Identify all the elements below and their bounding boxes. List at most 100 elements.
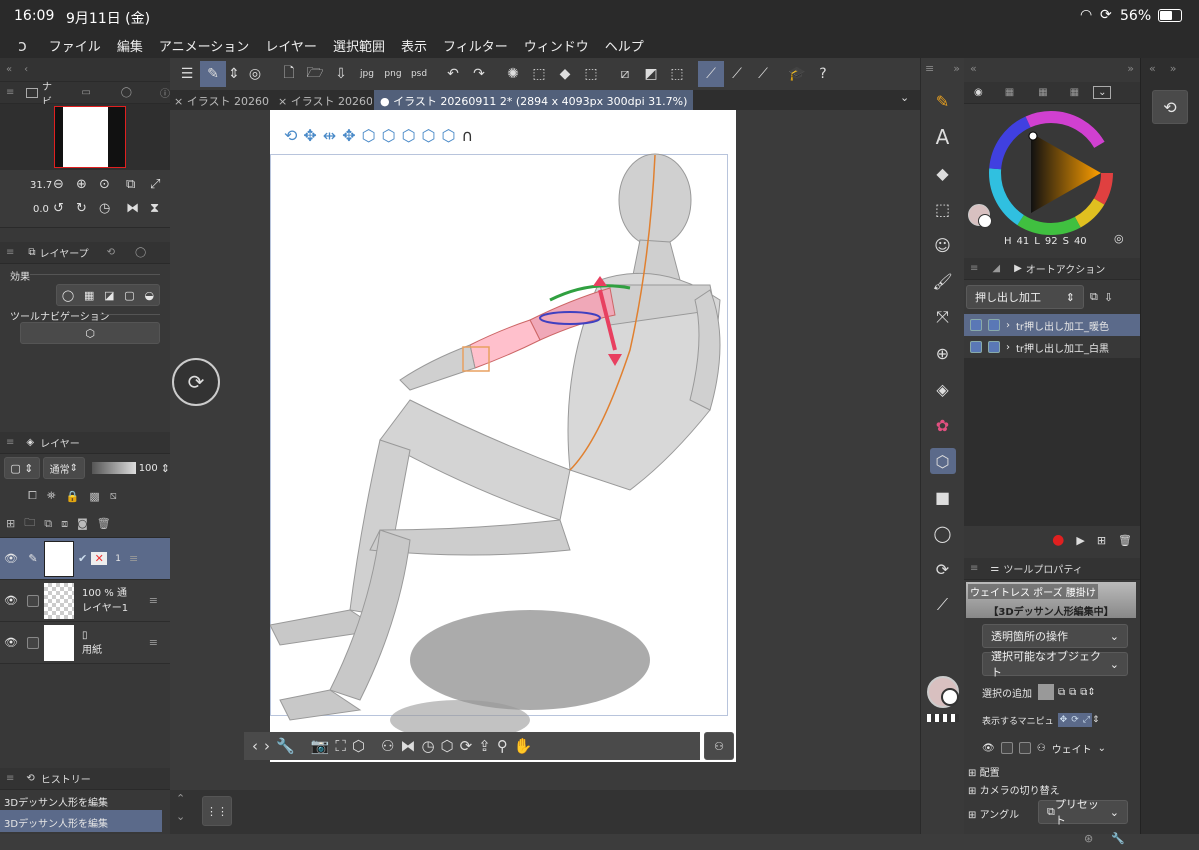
stepper-icon[interactable]: ⇕ — [1092, 715, 1100, 725]
ruler-snap-icon[interactable]: ⟋ — [698, 61, 724, 87]
history-item-current[interactable]: 3Dデッサン人形を編集 — [0, 810, 162, 832]
eye-icon[interactable]: 👁 — [0, 552, 22, 565]
auto-action-item[interactable]: › tr押し出し加工_暖色 — [964, 314, 1140, 336]
rotate-canvas-icon[interactable]: ⟳ — [172, 358, 220, 406]
app-logo-icon[interactable]: ↄ — [18, 36, 27, 55]
collapse-right-icon[interactable]: » — [1170, 62, 1177, 78]
sub-color-swatch[interactable] — [941, 688, 959, 706]
flip-vertical-icon[interactable]: ⧗ — [150, 201, 159, 216]
pen-icon[interactable]: ✎ — [22, 552, 44, 565]
scale-manip-icon[interactable]: ⤢ — [1080, 713, 1092, 727]
delete-layer-icon[interactable]: 🗑 — [97, 517, 111, 530]
rotate-left-icon[interactable]: ↺ — [53, 201, 64, 216]
layers-tab[interactable]: レイヤー — [40, 435, 80, 450]
rotate-joint-icon[interactable]: ⟳ — [460, 737, 473, 755]
flip-pose-icon[interactable]: ⧓ — [400, 737, 415, 755]
export-psd-icon[interactable]: psd — [406, 61, 432, 87]
auto-action-item[interactable]: › tr押し出し加工_白黒 — [964, 336, 1140, 358]
drag-handle-icon[interactable]: ≡ — [6, 247, 14, 258]
operation-tool-icon[interactable]: ⬡ — [929, 448, 956, 474]
brush-tool-icon[interactable]: 🖌 — [930, 268, 956, 294]
reference-icon[interactable]: ⛯ — [47, 489, 56, 503]
mask-icon[interactable]: ▢ — [124, 289, 134, 302]
open-icon[interactable]: 🗁 — [302, 61, 328, 87]
canvas-paper[interactable]: ⟲ ✥ ⇹ ✥ ⬡ ⬡ ⬡ ⬡ ⬡ ∩ — [270, 110, 736, 762]
timeline-icon[interactable]: ⋮⋮ — [202, 796, 232, 826]
layer-row-paper[interactable]: 👁 ▯ 用紙 ≡ — [0, 622, 170, 664]
navigator-viewport-frame[interactable] — [54, 106, 126, 168]
drag-handle-icon[interactable]: ≡ — [6, 773, 14, 784]
export-png-icon[interactable]: png — [380, 61, 406, 87]
tone-effect-icon[interactable]: ▦ — [84, 289, 94, 302]
menu-file[interactable]: ファイル — [49, 36, 101, 55]
color-wheel[interactable] — [986, 108, 1116, 238]
chevron-left-icon[interactable]: ‹ — [24, 64, 28, 75]
stepper-icon[interactable]: ⇕ — [1087, 687, 1095, 698]
document-tab-active[interactable]: ● イラスト 20260911 2* (2894 x 4093px 300dpi… — [374, 90, 694, 110]
spiral-icon[interactable]: ◎ — [242, 61, 268, 87]
object-checkbox[interactable] — [1018, 742, 1031, 754]
selection-icon[interactable]: ⬚ — [664, 61, 690, 87]
layer-type-select[interactable]: ▢ ⇕ — [4, 457, 40, 479]
menu-window[interactable]: ウィンドウ — [524, 36, 589, 55]
flip-horizontal-icon[interactable]: ⧓ — [126, 201, 139, 216]
menu-filter[interactable]: フィルター — [443, 36, 508, 55]
export-jpg-icon[interactable]: jpg — [354, 61, 380, 87]
new-file-icon[interactable]: 🗋 — [276, 61, 302, 87]
layer-color-icon[interactable]: ◪ — [104, 289, 114, 302]
vector-tool-icon[interactable]: ⤧ — [930, 304, 956, 330]
redo-icon[interactable]: ↷ — [466, 61, 492, 87]
menu-edit[interactable]: 編集 — [117, 36, 143, 55]
transform-icon[interactable]: ⬚ — [578, 61, 604, 87]
loading-icon[interactable]: ✺ — [500, 61, 526, 87]
body-shape-icon[interactable]: ⚲ — [497, 737, 508, 755]
collapse-icon[interactable]: » — [953, 62, 960, 78]
grid-snap-icon[interactable]: ⟋ — [750, 61, 776, 87]
dialog-checkbox[interactable] — [988, 319, 1000, 331]
menu-icon[interactable]: ☰ — [174, 61, 200, 87]
collapse-left-icon[interactable]: « — [6, 64, 12, 75]
lock-transparency-icon[interactable]: ▩ — [89, 490, 99, 503]
fill-tool-icon[interactable]: ◈ — [930, 376, 956, 402]
color-mode-icon[interactable]: ◎ — [1114, 232, 1124, 245]
lock-joint-icon[interactable]: ⬡ — [441, 737, 454, 755]
deselect-icon[interactable]: ⧄ — [612, 61, 638, 87]
layer-row-1[interactable]: 👁 100 % 通 レイヤー1 ≡ — [0, 580, 170, 622]
chevron-down-icon[interactable]: ⌄ — [1098, 743, 1106, 754]
document-tab-2[interactable]: × イラスト 20260 — [278, 93, 372, 109]
color-set-tab-icon[interactable]: ▦ — [1005, 87, 1014, 98]
selectable-object-select[interactable]: 選択可能なオブジェクト ⌄ — [982, 650, 1128, 679]
collapse-right-icon[interactable]: » — [1127, 62, 1134, 78]
menu-help[interactable]: ヘルプ — [605, 36, 644, 55]
selection-mode-add-icon[interactable]: ⧉ — [1058, 687, 1065, 698]
search-tab-icon[interactable]: ◯ — [121, 87, 132, 98]
selection-mode-new-icon[interactable] — [1038, 684, 1054, 700]
menu-animation[interactable]: アニメーション — [159, 36, 249, 55]
create-mask-icon[interactable]: ◙ — [77, 517, 88, 530]
expand-icon[interactable]: › — [1006, 320, 1010, 331]
companion-mode-icon[interactable]: ⟲ — [1152, 90, 1188, 124]
tool-nav-button[interactable]: ⬡ — [20, 322, 160, 344]
zoom-in-icon[interactable]: ⊕ — [76, 177, 87, 192]
lock-icon[interactable]: 🔒 — [66, 490, 80, 503]
drag-handle-icon[interactable]: ≡ — [970, 563, 978, 574]
decoration-tool-icon[interactable]: ✿ — [930, 412, 956, 438]
tab-icon[interactable]: ◯ — [135, 247, 146, 258]
tool-property-tab[interactable]: ツールプロパティ — [1003, 561, 1082, 576]
clip-icon[interactable]: ⧠ — [28, 489, 37, 503]
import-set-icon[interactable]: ⇩ — [1104, 291, 1113, 304]
eyedropper-tool-icon[interactable]: ⟋ — [930, 592, 956, 618]
tab-icon[interactable]: ⟲ — [107, 247, 115, 258]
register-icon[interactable]: ⇪ — [478, 737, 491, 755]
undo-icon[interactable]: ↶ — [440, 61, 466, 87]
eraser-tool-icon[interactable]: ◆ — [930, 160, 956, 186]
color-wheel-tab-icon[interactable]: ◉ — [974, 87, 983, 98]
next-icon[interactable]: › — [264, 737, 270, 755]
approx-tab-icon[interactable]: ▦ — [1070, 87, 1079, 98]
drag-handle-icon[interactable]: ≡ — [970, 263, 978, 274]
preset-thumbnail[interactable]: ウェイトレス ポーズ 腰掛け 【3Dデッサン人形編集中】 — [966, 582, 1136, 618]
blend-mode-select[interactable]: 通常 ⇕ — [42, 457, 85, 479]
transfer-icon[interactable]: ⧉ — [44, 517, 52, 531]
eye-icon[interactable]: 👁 — [0, 636, 22, 649]
learn-icon[interactable]: 🎓 — [784, 61, 810, 87]
